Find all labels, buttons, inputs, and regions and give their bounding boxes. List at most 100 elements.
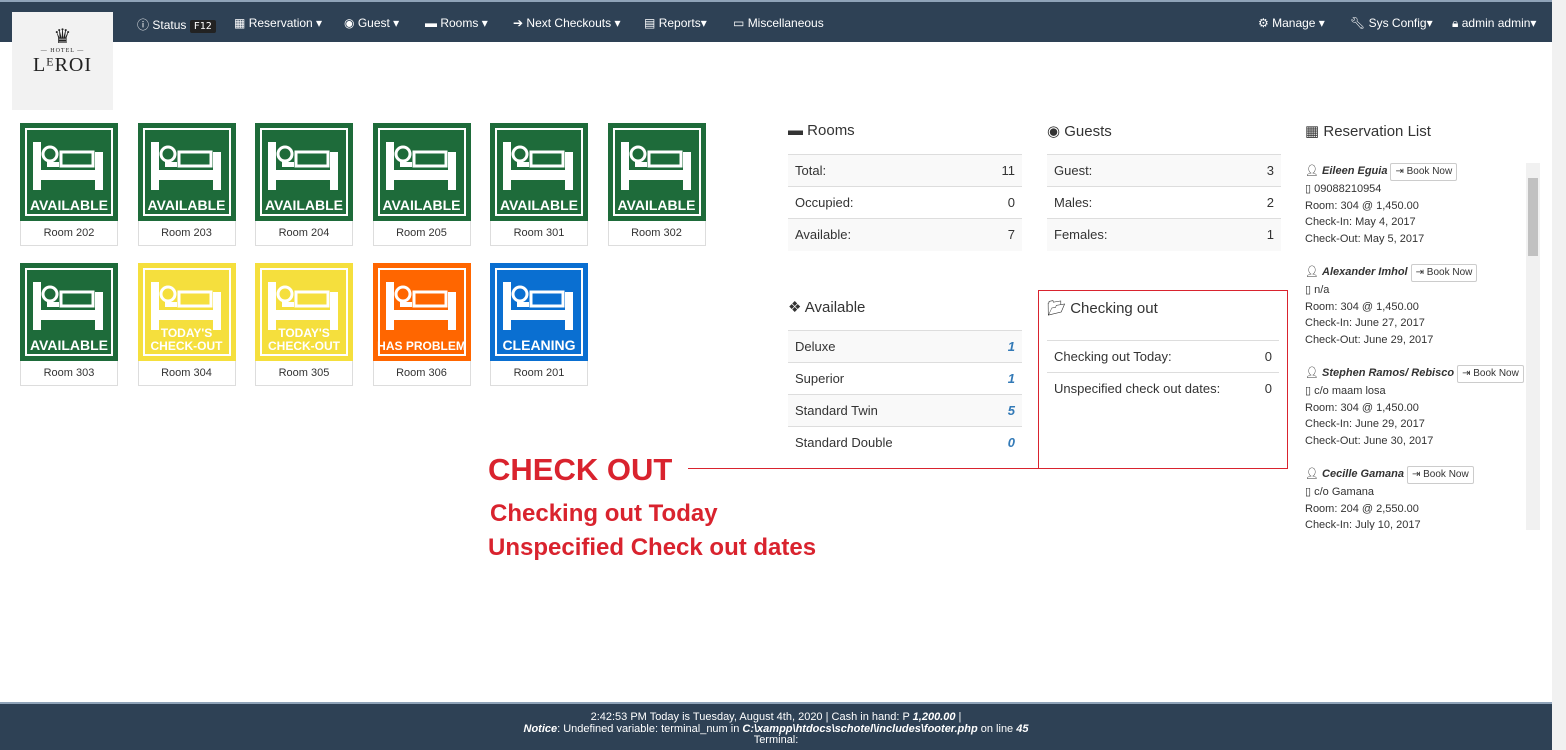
- nav-reservation[interactable]: ▦ Reservation ▾: [234, 16, 322, 30]
- room-tile[interactable]: AVAILABLE Room 301: [490, 123, 588, 246]
- room-status-label: AVAILABLE: [147, 197, 226, 213]
- row-value[interactable]: 1: [984, 362, 1022, 395]
- nav-manage[interactable]: ⚙ Manage ▾: [1258, 16, 1325, 30]
- shortcut-badge: F12: [189, 20, 216, 33]
- folder-open-icon: 📂︎: [1047, 300, 1067, 317]
- table-row: Males: 2: [1047, 186, 1281, 219]
- bed-icon: [150, 282, 221, 330]
- nav-reports[interactable]: ▤ Reports▾: [644, 16, 707, 30]
- sign-in-icon: ⇥: [1411, 469, 1421, 480]
- row-value: 0: [957, 186, 1022, 219]
- crown-icon: ♛: [53, 26, 72, 48]
- row-value: 0: [1254, 372, 1279, 405]
- room-tile[interactable]: TODAY'S CHECK-OUT Room 305: [255, 263, 353, 386]
- row-value: 0: [1254, 340, 1279, 373]
- row-value[interactable]: 0: [984, 426, 1022, 459]
- room-status-image: TODAY'S CHECK-OUT: [137, 263, 236, 361]
- room-tile[interactable]: AVAILABLE Room 303: [20, 263, 118, 386]
- table-row: Deluxe 1: [788, 330, 1022, 363]
- nav-guest[interactable]: ◉ Guest ▾: [344, 16, 399, 30]
- page-scrollbar[interactable]: [1552, 0, 1566, 750]
- phone-icon: ▯: [1305, 284, 1312, 296]
- bed-icon: ▬: [425, 16, 437, 30]
- room-status-label: AVAILABLE: [264, 197, 344, 213]
- nav-next-checkouts[interactable]: ➔ Next Checkouts ▾: [513, 16, 620, 30]
- nav-miscellaneous[interactable]: ▭ Miscellaneous: [733, 16, 824, 30]
- room-tile[interactable]: AVAILABLE Room 202: [20, 123, 118, 246]
- room-status-label: AVAILABLE: [29, 337, 109, 353]
- book-now-button[interactable]: ⇥ Book Now: [1406, 466, 1474, 484]
- room-tile[interactable]: AVAILABLE Room 203: [137, 123, 236, 246]
- user-circle-icon: ◉: [344, 16, 355, 30]
- bed-icon: [385, 282, 456, 330]
- available-panel: ❖ Available Deluxe 1 Superior 1 Standard Twi…: [788, 298, 1022, 459]
- table-row: Females: 1: [1047, 218, 1281, 251]
- gears-icon: ⚙: [1258, 16, 1269, 30]
- row-value[interactable]: 1: [984, 330, 1022, 363]
- scroll-thumb[interactable]: [1528, 178, 1538, 256]
- row-value: 1: [1224, 218, 1281, 251]
- phone-icon: ▯: [1305, 385, 1312, 397]
- contact: n/a: [1314, 284, 1330, 296]
- room-status-image: CLEANING: [490, 263, 588, 361]
- nav-rooms[interactable]: ▬ Rooms ▾: [425, 16, 488, 30]
- reservation-entry: 👤︎ Alexander Imhol ⇥ Book Now ▯ n/a Room:…: [1305, 264, 1540, 348]
- room-tile[interactable]: TODAY'S CHECK-OUT Room 304: [137, 263, 236, 386]
- row-label: Available:: [788, 218, 958, 251]
- room-rate: Room: 304 @ 1,450.00: [1305, 199, 1419, 212]
- annotation-line: [688, 468, 1038, 469]
- room-status-image: AVAILABLE: [372, 123, 471, 221]
- reservation-list[interactable]: 👤︎ Eileen Eguia ⇥ Book Now ▯ 09088210954 …: [1305, 163, 1540, 530]
- room-status-label: CLEANING: [502, 337, 576, 353]
- reservation-entry: 👤︎ Eileen Eguia ⇥ Book Now ▯ 09088210954 …: [1305, 163, 1540, 247]
- hotel-logo[interactable]: ♛ — HOTEL — LᴱROI: [12, 12, 113, 110]
- top-navbar: ⓘ Status F12 ▦ Reservation ▾ ◉ Guest ▾ ▬…: [0, 0, 1552, 42]
- guest-name: Alexander Imhol: [1322, 266, 1408, 278]
- reports-icon: ▤: [644, 16, 656, 30]
- room-tile[interactable]: HAS PROBLEM Room 306: [372, 263, 471, 386]
- room-rate: Room: 204 @ 2,550.00: [1305, 502, 1419, 515]
- room-tile[interactable]: AVAILABLE Room 205: [372, 123, 471, 246]
- cash-in-hand: 1,200.00: [912, 711, 956, 723]
- check-in: Check-In: June 27, 2017: [1305, 317, 1425, 329]
- row-value: 3: [1224, 154, 1281, 187]
- notice-line: 45: [1016, 722, 1029, 735]
- room-tile[interactable]: CLEANING Room 201: [490, 263, 588, 386]
- check-out: Check-Out: June 29, 2017: [1305, 333, 1434, 346]
- notice-text: : Undefined variable: terminal_num in: [557, 722, 743, 735]
- room-rate: Room: 304 @ 1,450.00: [1305, 300, 1419, 313]
- room-number: Room 304: [137, 361, 236, 386]
- bed-icon: [33, 282, 103, 330]
- table-row: Guest: 3: [1047, 154, 1281, 187]
- notice-path: C:\xampp\htdocs\schotel\includes\footer.…: [742, 722, 978, 735]
- phone-icon: ▯: [1305, 183, 1312, 195]
- annotation-line2: Unspecified Check out dates: [488, 534, 817, 561]
- room-status-label: AVAILABLE: [29, 197, 109, 213]
- phone-icon: ▯: [1305, 486, 1312, 498]
- sign-in-icon: ⇥: [1395, 166, 1404, 177]
- lock-icon: 🔒︎: [1452, 16, 1459, 30]
- room-tile[interactable]: AVAILABLE Room 302: [607, 123, 706, 246]
- bed-icon: [620, 142, 691, 190]
- bed-icon: [150, 142, 221, 190]
- monitor-icon: ▭: [733, 16, 745, 30]
- guest-name: Cecille Gamana: [1322, 468, 1404, 480]
- room-status-label: TODAY'S CHECK-OUT: [150, 326, 223, 353]
- book-now-button[interactable]: ⇥ Book Now: [1390, 163, 1458, 181]
- nav-status[interactable]: ⓘ Status F12: [137, 16, 216, 33]
- row-label: Standard Double: [788, 426, 985, 459]
- guest-name: Stephen Ramos/ Rebisco: [1322, 367, 1455, 379]
- row-label: Deluxe: [788, 330, 985, 363]
- room-status-image: HAS PROBLEM: [372, 263, 471, 361]
- room-tile[interactable]: AVAILABLE Room 204: [255, 123, 353, 246]
- cubes-icon: ❖: [788, 299, 802, 316]
- book-now-button[interactable]: ⇥ Book Now: [1410, 264, 1478, 282]
- room-number: Room 305: [255, 361, 353, 386]
- reservation-scrollbar[interactable]: [1526, 163, 1540, 530]
- footer-status: 2:42:53 PM Today is Tuesday, August 4th,…: [590, 711, 913, 723]
- nav-sys-config[interactable]: 🔧︎ Sys Config▾: [1350, 16, 1433, 30]
- row-value[interactable]: 5: [984, 394, 1022, 427]
- nav-user-menu[interactable]: 🔒︎ admin admin▾: [1452, 16, 1536, 31]
- table-row: Available: 7: [788, 218, 1022, 251]
- book-now-button[interactable]: ⇥ Book Now: [1457, 365, 1524, 383]
